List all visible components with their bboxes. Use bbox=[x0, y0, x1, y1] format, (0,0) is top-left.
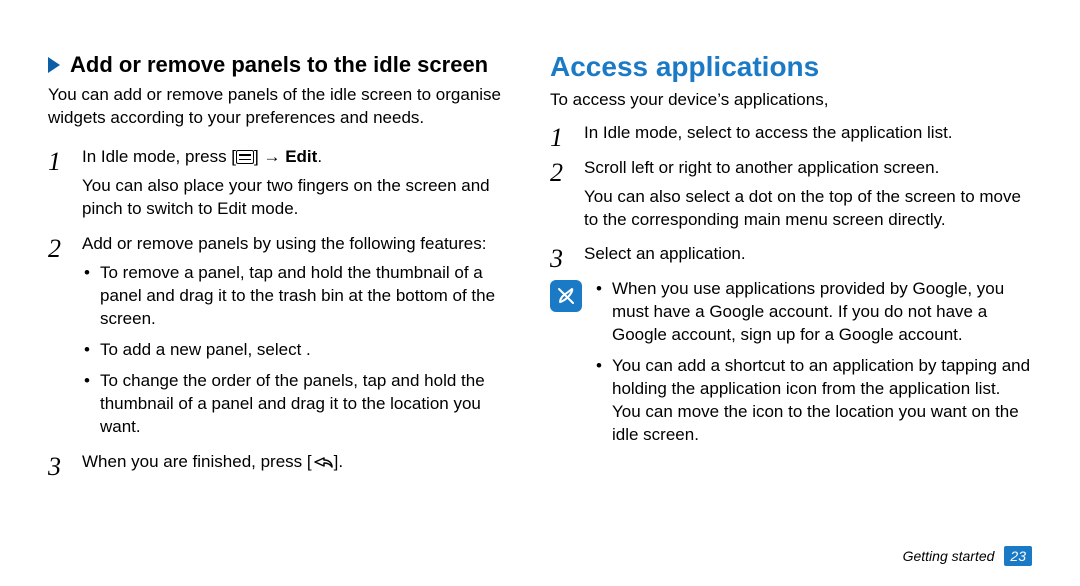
footer-section: Getting started bbox=[903, 548, 995, 564]
back-icon bbox=[312, 455, 334, 469]
page-number: 23 bbox=[1004, 546, 1032, 566]
left-step1-extra: You can also place your two fingers on t… bbox=[82, 175, 522, 221]
left-step3-text-b: ]. bbox=[334, 452, 343, 471]
left-step-3: 3 When you are finished, press []. bbox=[48, 451, 522, 474]
left-column: Add or remove panels to the idle screen … bbox=[48, 52, 540, 556]
note-block: When you use applications provided by Go… bbox=[550, 278, 1032, 455]
right-step2-text: Scroll left or right to another applicat… bbox=[584, 158, 939, 177]
page: Add or remove panels to the idle screen … bbox=[0, 0, 1080, 586]
page-footer: Getting started 23 bbox=[903, 546, 1032, 566]
step-number: 2 bbox=[550, 155, 578, 190]
left-steps: 1 In Idle mode, press [ ] → Edit. You can… bbox=[48, 146, 522, 473]
chevron-right-icon bbox=[48, 57, 60, 73]
right-intro: To access your device’s applications, bbox=[550, 89, 1032, 112]
edit-label: Edit bbox=[285, 147, 317, 166]
right-title: Access applications bbox=[550, 52, 1032, 83]
step-number: 3 bbox=[48, 449, 76, 484]
right-column: Access applications To access your devic… bbox=[540, 52, 1032, 556]
note-bullets: When you use applications provided by Go… bbox=[594, 278, 1032, 455]
left-step2-bullets: To remove a panel, tap and hold the thum… bbox=[82, 262, 522, 439]
right-steps: 1 In Idle mode, select to access the app… bbox=[550, 122, 1032, 267]
right-step-3: 3 Select an application. bbox=[550, 243, 1032, 266]
left-step2-text: Add or remove panels by using the follow… bbox=[82, 234, 486, 253]
left-heading-row: Add or remove panels to the idle screen bbox=[48, 52, 522, 78]
left-step-1: 1 In Idle mode, press [ ] → Edit. You can… bbox=[48, 146, 522, 221]
left-step3-text-a: When you are finished, press [ bbox=[82, 452, 312, 471]
list-item: You can add a shortcut to an application… bbox=[594, 355, 1032, 447]
list-item: To add a new panel, select . bbox=[82, 339, 522, 362]
step-number: 1 bbox=[550, 120, 578, 155]
list-item: When you use applications provided by Go… bbox=[594, 278, 1032, 347]
right-step3-text: Select an application. bbox=[584, 244, 746, 263]
list-item: To change the order of the panels, tap a… bbox=[82, 370, 522, 439]
note-icon bbox=[550, 280, 582, 312]
left-step1-text-a: In Idle mode, press [ bbox=[82, 147, 236, 166]
right-step-1: 1 In Idle mode, select to access the app… bbox=[550, 122, 1032, 145]
left-intro: You can add or remove panels of the idle… bbox=[48, 84, 522, 130]
step-number: 3 bbox=[550, 241, 578, 276]
left-step1-text-c: . bbox=[317, 147, 322, 166]
right-step-2: 2 Scroll left or right to another applic… bbox=[550, 157, 1032, 232]
right-step1-text: In Idle mode, select to access the appli… bbox=[584, 123, 953, 142]
step-number: 1 bbox=[48, 144, 76, 179]
right-step2-extra: You can also select a dot on the top of … bbox=[584, 186, 1032, 232]
step-number: 2 bbox=[48, 231, 76, 266]
menu-icon bbox=[236, 150, 254, 164]
list-item: To remove a panel, tap and hold the thum… bbox=[82, 262, 522, 331]
left-heading: Add or remove panels to the idle screen bbox=[70, 52, 488, 78]
left-step1-text-b: ] → bbox=[254, 147, 285, 166]
left-step-2: 2 Add or remove panels by using the foll… bbox=[48, 233, 522, 439]
